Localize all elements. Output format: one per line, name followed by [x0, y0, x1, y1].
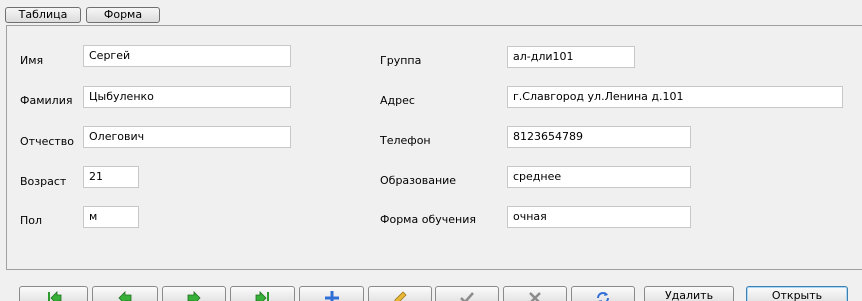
- view-tabs: Таблица Форма: [0, 0, 862, 24]
- checkmark-icon: [460, 292, 474, 301]
- name-field[interactable]: Сергей: [83, 45, 291, 67]
- study-form-label: Форма обучения: [380, 213, 476, 226]
- cancel-icon: [529, 292, 541, 301]
- refresh-button[interactable]: [571, 286, 635, 301]
- delete-button[interactable]: Удалить: [644, 286, 734, 301]
- tab-table[interactable]: Таблица: [5, 7, 81, 23]
- first-record-icon: [47, 291, 61, 301]
- phone-field[interactable]: 8123654789: [507, 126, 691, 148]
- age-field[interactable]: 21: [83, 166, 139, 188]
- patronymic-field[interactable]: Олегович: [83, 126, 291, 148]
- next-record-button[interactable]: [162, 286, 226, 301]
- first-record-button[interactable]: [19, 286, 88, 301]
- edit-record-icon: [394, 291, 407, 301]
- save-record-button[interactable]: [435, 286, 499, 301]
- last-record-button[interactable]: [230, 286, 295, 301]
- address-field[interactable]: г.Славгород ул.Ленина д.101: [507, 86, 843, 108]
- last-record-icon: [255, 291, 269, 301]
- tab-form[interactable]: Форма: [86, 7, 160, 23]
- add-record-icon: [324, 291, 339, 301]
- education-field[interactable]: среднее: [507, 166, 691, 188]
- previous-record-button[interactable]: [92, 286, 158, 301]
- gender-field[interactable]: м: [83, 206, 139, 228]
- gender-label: Пол: [20, 214, 43, 227]
- previous-record-icon: [118, 291, 132, 301]
- surname-field[interactable]: Цыбуленко: [83, 86, 291, 108]
- next-record-icon: [187, 291, 201, 301]
- edit-record-button[interactable]: [368, 286, 432, 301]
- open-button[interactable]: Открыть: [746, 286, 848, 301]
- phone-label: Телефон: [380, 134, 431, 147]
- group-field[interactable]: ал-дли101: [507, 46, 635, 68]
- education-label: Образование: [380, 174, 457, 187]
- add-record-button[interactable]: [299, 286, 364, 301]
- name-label: Имя: [20, 54, 44, 67]
- surname-label: Фамилия: [20, 94, 73, 107]
- patronymic-label: Отчество: [20, 135, 75, 148]
- record-form-window: Таблица Форма Имя Сергей Фамилия Цыбулен…: [0, 0, 862, 301]
- address-label: Адрес: [380, 94, 415, 107]
- refresh-icon: [597, 292, 609, 301]
- group-label: Группа: [380, 54, 422, 67]
- cancel-edit-button[interactable]: [503, 286, 567, 301]
- age-label: Возраст: [20, 175, 67, 188]
- study-form-field[interactable]: очная: [507, 206, 691, 228]
